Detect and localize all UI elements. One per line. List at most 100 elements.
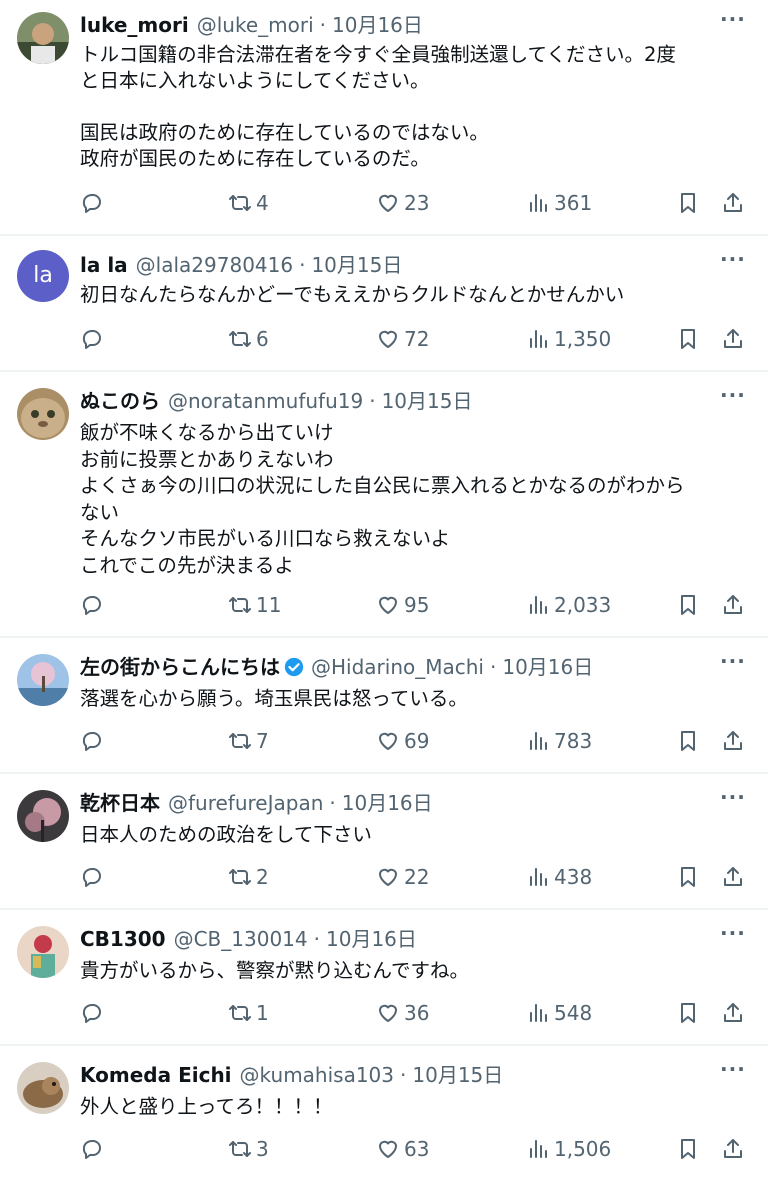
tweet[interactable]: luke_mori @luke_mori · 10月16日 ··· トルコ国籍の…	[0, 0, 768, 236]
like-button[interactable]: 36	[376, 998, 429, 1028]
views-icon	[530, 596, 547, 614]
avatar[interactable]	[17, 654, 69, 706]
more-options-icon[interactable]: ···	[720, 9, 745, 36]
handle[interactable]: @CB_130014	[174, 924, 308, 954]
view-count: 361	[554, 191, 593, 215]
avatar[interactable]	[17, 926, 69, 978]
reply-button[interactable]	[80, 726, 104, 756]
handle[interactable]: @Hidarino_Machi	[311, 652, 484, 682]
more-options-icon[interactable]: ···	[720, 651, 745, 678]
more-options-icon[interactable]: ···	[720, 385, 745, 412]
view-count: 438	[554, 865, 593, 889]
display-name[interactable]: 左の街からこんにちは	[80, 652, 280, 682]
share-button[interactable]	[721, 188, 745, 218]
views-button[interactable]: 1,350	[526, 324, 611, 354]
retweet-button[interactable]: 7	[228, 726, 269, 756]
bookmark-button[interactable]	[676, 998, 700, 1028]
display-name[interactable]: la la	[80, 250, 128, 280]
reply-button[interactable]	[80, 862, 104, 892]
like-button[interactable]: 72	[376, 324, 429, 354]
retweet-button[interactable]: 2	[228, 862, 269, 892]
reply-icon	[82, 868, 101, 887]
like-button[interactable]: 95	[376, 590, 429, 620]
handle[interactable]: @noratanmufufu19	[168, 386, 363, 416]
views-icon	[530, 1004, 547, 1022]
views-button[interactable]: 438	[526, 862, 592, 892]
display-name[interactable]: CB1300	[80, 924, 166, 954]
timestamp[interactable]: 10月16日	[332, 10, 423, 40]
action-bar: 2 22 438	[80, 862, 760, 892]
tweet[interactable]: Komeda Eichi @kumahisa103 · 10月15日 ··· 外…	[0, 1046, 768, 1178]
retweet-icon	[229, 1005, 251, 1021]
reply-button[interactable]	[80, 188, 104, 218]
reply-icon	[82, 1004, 101, 1023]
handle[interactable]: @luke_mori	[197, 10, 314, 40]
reply-feed: luke_mori @luke_mori · 10月16日 ··· トルコ国籍の…	[0, 0, 768, 1178]
more-options-icon[interactable]: ···	[720, 1059, 745, 1086]
avatar[interactable]	[17, 1062, 69, 1114]
views-button[interactable]: 548	[526, 998, 592, 1028]
retweet-count: 11	[256, 593, 282, 617]
retweet-button[interactable]: 4	[228, 188, 269, 218]
retweet-button[interactable]: 3	[228, 1134, 269, 1164]
timestamp[interactable]: 10月16日	[326, 924, 417, 954]
heart-icon	[379, 1004, 397, 1022]
share-button[interactable]	[721, 862, 745, 892]
more-options-icon[interactable]: ···	[720, 249, 745, 276]
timestamp[interactable]: 10月15日	[311, 250, 402, 280]
avatar[interactable]	[17, 12, 69, 64]
like-button[interactable]: 22	[376, 862, 429, 892]
timestamp[interactable]: 10月15日	[412, 1060, 503, 1090]
handle[interactable]: @kumahisa103	[240, 1060, 394, 1090]
heart-icon	[379, 732, 397, 750]
handle[interactable]: @furefureJapan	[168, 788, 323, 818]
retweet-icon	[229, 733, 251, 749]
tweet[interactable]: la la la @lala29780416 · 10月15日 ··· 初日なん…	[0, 236, 768, 372]
reply-button[interactable]	[80, 324, 104, 354]
display-name[interactable]: 乾杯日本	[80, 788, 160, 818]
bookmark-button[interactable]	[676, 590, 700, 620]
avatar[interactable]	[17, 790, 69, 842]
share-button[interactable]	[721, 998, 745, 1028]
views-icon	[530, 732, 547, 750]
timestamp[interactable]: 10月15日	[382, 386, 473, 416]
like-button[interactable]: 63	[376, 1134, 429, 1164]
share-button[interactable]	[721, 726, 745, 756]
like-button[interactable]: 69	[376, 726, 429, 756]
more-options-icon[interactable]: ···	[720, 923, 745, 950]
tweet[interactable]: ぬこのら @noratanmufufu19 · 10月15日 ··· 飯が不味く…	[0, 372, 768, 638]
tweet[interactable]: 乾杯日本 @furefureJapan · 10月16日 ··· 日本人のための…	[0, 774, 768, 910]
tweet-header: 乾杯日本 @furefureJapan · 10月16日	[80, 788, 708, 818]
timestamp[interactable]: 10月16日	[502, 652, 593, 682]
retweet-button[interactable]: 11	[228, 590, 281, 620]
reply-button[interactable]	[80, 1134, 104, 1164]
reply-button[interactable]	[80, 998, 104, 1028]
reply-button[interactable]	[80, 590, 104, 620]
retweet-button[interactable]: 1	[228, 998, 269, 1028]
views-button[interactable]: 1,506	[526, 1134, 611, 1164]
views-button[interactable]: 783	[526, 726, 592, 756]
bookmark-button[interactable]	[676, 862, 700, 892]
more-options-icon[interactable]: ···	[720, 787, 745, 814]
handle[interactable]: @lala29780416	[136, 250, 293, 280]
bookmark-button[interactable]	[676, 324, 700, 354]
retweet-button[interactable]: 6	[228, 324, 269, 354]
bookmark-button[interactable]	[676, 726, 700, 756]
like-button[interactable]: 23	[376, 188, 429, 218]
bookmark-button[interactable]	[676, 1134, 700, 1164]
tweet[interactable]: CB1300 @CB_130014 · 10月16日 ··· 貴方がいるから、警…	[0, 910, 768, 1046]
avatar[interactable]	[17, 388, 69, 440]
tweet[interactable]: 左の街からこんにちは @Hidarino_Machi · 10月16日 ··· …	[0, 638, 768, 774]
display-name[interactable]: Komeda Eichi	[80, 1060, 232, 1090]
avatar[interactable]: la	[17, 250, 69, 302]
timestamp[interactable]: 10月16日	[342, 788, 433, 818]
display-name[interactable]: ぬこのら	[80, 386, 160, 416]
views-button[interactable]: 2,033	[526, 590, 611, 620]
bookmark-button[interactable]	[676, 188, 700, 218]
views-button[interactable]: 361	[526, 188, 592, 218]
tweet-text: 貴方がいるから、警察が黙り込むんですね。	[80, 959, 470, 982]
display-name[interactable]: luke_mori	[80, 10, 189, 40]
share-button[interactable]	[721, 590, 745, 620]
share-button[interactable]	[721, 324, 745, 354]
share-button[interactable]	[721, 1134, 745, 1164]
